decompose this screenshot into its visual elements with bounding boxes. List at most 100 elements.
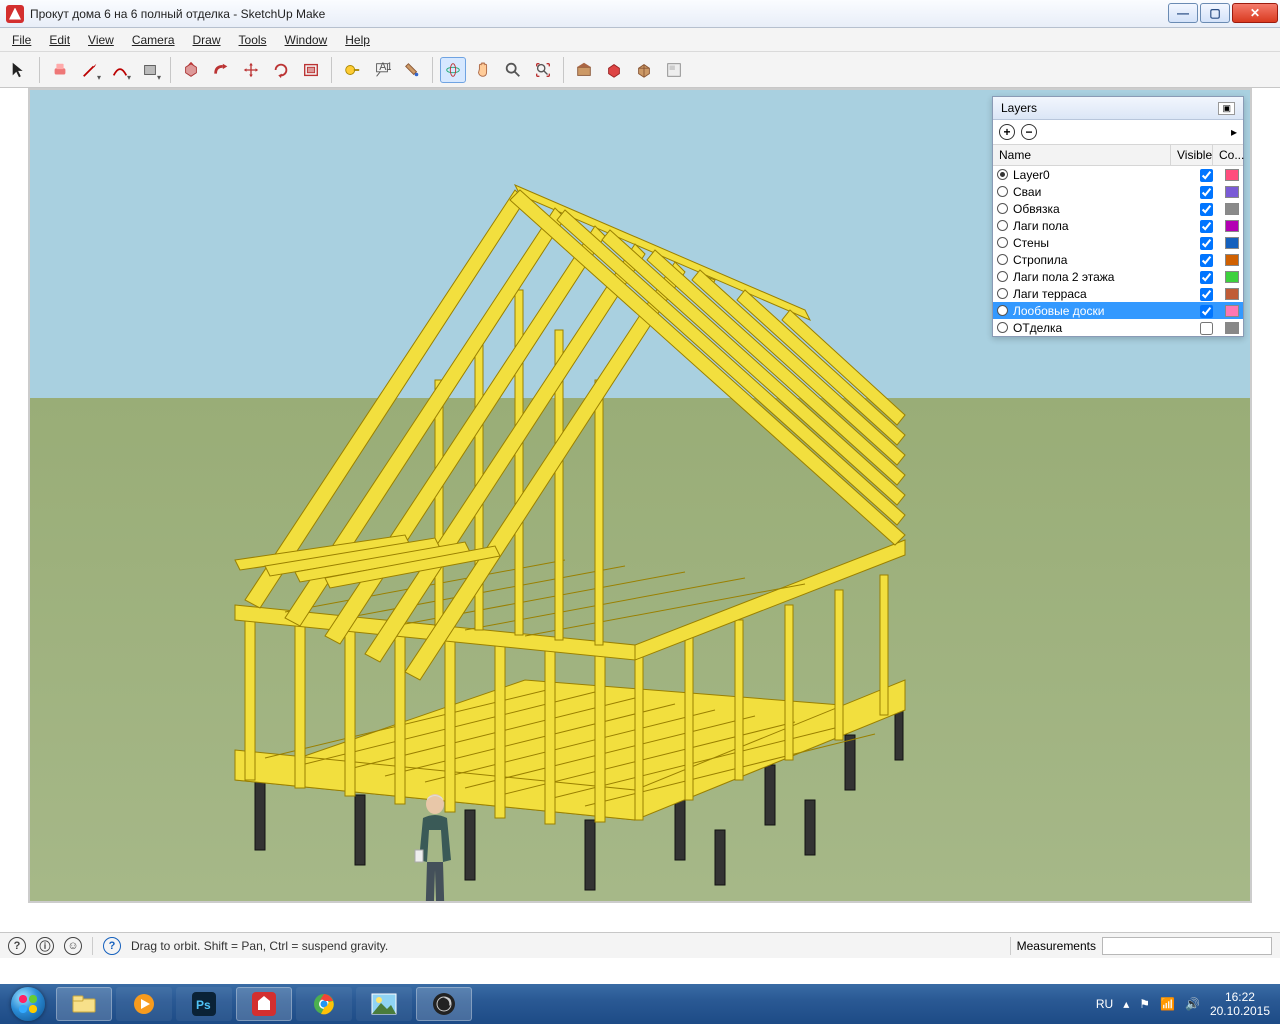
layer-current-radio[interactable] [997,322,1008,333]
maximize-button[interactable]: ▢ [1200,3,1230,23]
layer-color-swatch[interactable] [1225,203,1239,215]
tray-clock[interactable]: 16:22 20.10.2015 [1210,990,1270,1018]
layer-visible[interactable] [1187,218,1225,232]
layer-current-radio[interactable] [997,220,1008,231]
tray-lang[interactable]: RU [1096,997,1113,1011]
layer-visible[interactable] [1187,235,1225,249]
arc-tool[interactable] [107,57,133,83]
tray-flag-icon[interactable]: ⚑ [1139,997,1150,1011]
layer-row[interactable]: Сваи [993,183,1243,200]
tray-network-icon[interactable]: 📶 [1160,997,1175,1011]
layer-visible[interactable] [1187,286,1225,300]
layer-visible[interactable] [1187,269,1225,283]
layer-current-radio[interactable] [997,237,1008,248]
remove-layer-button[interactable]: − [1021,124,1037,140]
3dwarehouse-tool[interactable] [571,57,597,83]
layer-current-radio[interactable] [997,169,1008,180]
layer-visible[interactable] [1187,167,1225,181]
layer-row[interactable]: Лаги пола [993,217,1243,234]
layer-color-swatch[interactable] [1225,186,1239,198]
layer-row[interactable]: Лаги пола 2 этажа [993,268,1243,285]
layers-col-visible[interactable]: Visible [1171,145,1213,165]
layer-row[interactable]: Стены [993,234,1243,251]
layer-current-radio[interactable] [997,288,1008,299]
menu-view[interactable]: View [80,30,122,50]
task-sketchup[interactable] [236,987,292,1021]
start-button[interactable] [4,986,52,1022]
layer-visible[interactable] [1187,184,1225,198]
tray-show-hidden-icon[interactable]: ▴ [1123,997,1129,1011]
layers-panel-title[interactable]: Layers ▣ [993,97,1243,120]
layer-row[interactable]: Layer0 [993,166,1243,183]
layer-color-swatch[interactable] [1225,169,1239,181]
layer-color-swatch[interactable] [1225,288,1239,300]
menu-edit[interactable]: Edit [41,30,78,50]
tape-tool[interactable] [339,57,365,83]
minimize-button[interactable]: — [1168,3,1198,23]
credits-icon[interactable]: ⓘ [36,937,54,955]
layer-color-swatch[interactable] [1225,237,1239,249]
layer-row[interactable]: ОТделка [993,319,1243,336]
measurements-input[interactable] [1102,937,1272,955]
extension-tool[interactable] [601,57,627,83]
line-tool[interactable] [77,57,103,83]
layers-col-name[interactable]: Name [993,145,1171,165]
add-layer-button[interactable]: + [999,124,1015,140]
layer-color-swatch[interactable] [1225,305,1239,317]
close-button[interactable]: ✕ [1232,3,1278,23]
help-icon[interactable]: ? [103,937,121,955]
menu-draw[interactable]: Draw [185,30,229,50]
pan-tool[interactable] [470,57,496,83]
layer-row[interactable]: Лообовые доски [993,302,1243,319]
menu-help[interactable]: Help [337,30,378,50]
layer-current-radio[interactable] [997,271,1008,282]
paint-tool[interactable] [399,57,425,83]
layer-color-swatch[interactable] [1225,220,1239,232]
followme-tool[interactable] [208,57,234,83]
move-tool[interactable] [238,57,264,83]
layer-row[interactable]: Обвязка [993,200,1243,217]
layer-color-swatch[interactable] [1225,254,1239,266]
layers-panel[interactable]: Layers ▣ + − ▸ Name Visible Co... Layer0… [992,96,1244,337]
geolocation-icon[interactable]: ? [8,937,26,955]
menu-file[interactable]: File [4,30,39,50]
user-icon[interactable]: ☺ [64,937,82,955]
layer-color-swatch[interactable] [1225,271,1239,283]
pushpull-tool[interactable] [178,57,204,83]
orbit-tool[interactable] [440,57,466,83]
layer-current-radio[interactable] [997,186,1008,197]
rotate-tool[interactable] [268,57,294,83]
layer-current-radio[interactable] [997,254,1008,265]
task-mediaplayer[interactable] [116,987,172,1021]
tray-volume-icon[interactable]: 🔊 [1185,997,1200,1011]
layer-row[interactable]: Лаги терраса [993,285,1243,302]
layers-col-color[interactable]: Co... [1213,145,1243,165]
layer-current-radio[interactable] [997,203,1008,214]
text-tool[interactable]: A1 [369,57,395,83]
offset-tool[interactable] [298,57,324,83]
layer-current-radio[interactable] [997,305,1008,316]
menu-tools[interactable]: Tools [231,30,275,50]
components-tool[interactable] [631,57,657,83]
layer-row[interactable]: Стропила [993,251,1243,268]
layout-tool[interactable] [661,57,687,83]
task-obs[interactable] [416,987,472,1021]
menu-window[interactable]: Window [277,30,336,50]
layer-visible[interactable] [1187,201,1225,215]
task-photoviewer[interactable] [356,987,412,1021]
zoom-tool[interactable] [500,57,526,83]
eraser-tool[interactable] [47,57,73,83]
task-photoshop[interactable]: Ps [176,987,232,1021]
menu-camera[interactable]: Camera [124,30,183,50]
layer-visible[interactable] [1187,252,1225,266]
layers-flyout-icon[interactable]: ▸ [1231,125,1237,139]
select-tool[interactable] [6,57,32,83]
viewport-3d[interactable]: Layers ▣ + − ▸ Name Visible Co... Layer0… [28,88,1252,903]
task-explorer[interactable] [56,987,112,1021]
task-chrome[interactable] [296,987,352,1021]
zoomextents-tool[interactable] [530,57,556,83]
layers-close-icon[interactable]: ▣ [1218,102,1235,115]
layer-visible[interactable] [1187,320,1225,334]
shape-tool[interactable] [137,57,163,83]
layer-visible[interactable] [1187,303,1225,317]
